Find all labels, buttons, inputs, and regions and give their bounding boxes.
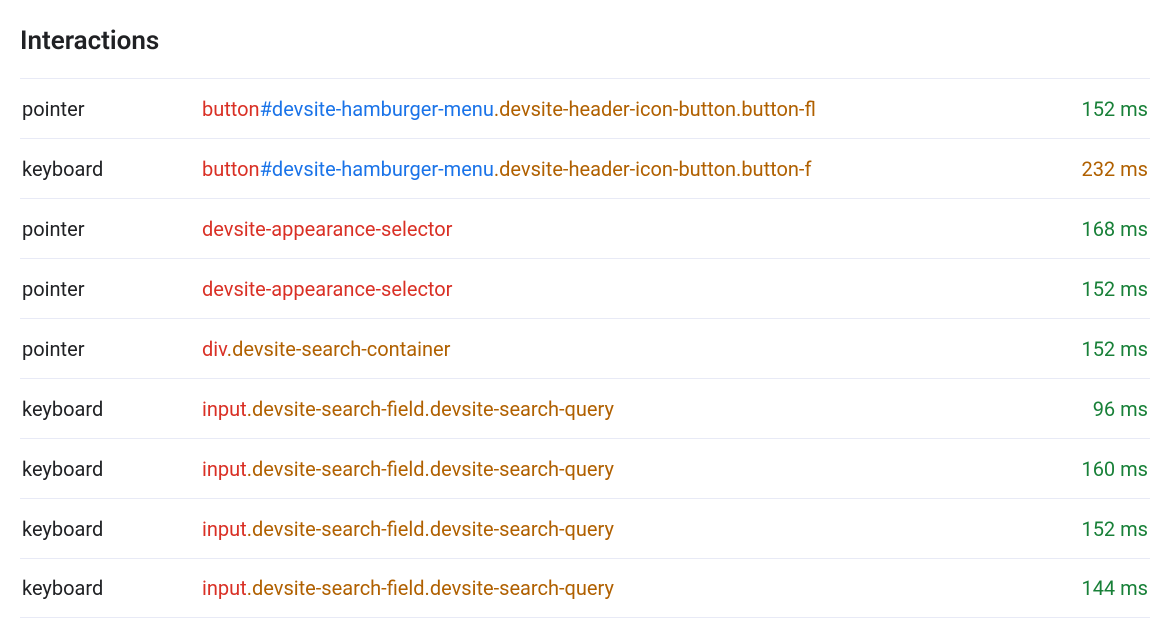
selector-segment-el: input bbox=[202, 397, 247, 421]
interaction-duration: 168 ms bbox=[1028, 217, 1148, 241]
interaction-duration: 144 ms bbox=[1028, 576, 1148, 600]
interaction-type: pointer bbox=[22, 217, 202, 241]
interaction-row[interactable]: keyboardinput.devsite-search-field.devsi… bbox=[20, 378, 1150, 438]
selector-segment-cls: .devsite-search-field.devsite-search-que… bbox=[247, 397, 614, 421]
selector-segment-id: #devsite-hamburger-menu bbox=[260, 97, 494, 121]
selector-segment-el: input bbox=[202, 517, 247, 541]
interaction-target: devsite-appearance-selector bbox=[202, 217, 1028, 241]
interaction-target: input.devsite-search-field.devsite-searc… bbox=[202, 517, 1028, 541]
interaction-type: keyboard bbox=[22, 576, 202, 600]
interaction-duration: 96 ms bbox=[1028, 397, 1148, 421]
selector-segment-el: button bbox=[202, 97, 260, 121]
interaction-duration: 152 ms bbox=[1028, 277, 1148, 301]
interaction-target: div.devsite-search-container bbox=[202, 337, 1028, 361]
interaction-target: input.devsite-search-field.devsite-searc… bbox=[202, 457, 1028, 481]
selector-segment-el: input bbox=[202, 457, 247, 481]
interaction-target: input.devsite-search-field.devsite-searc… bbox=[202, 397, 1028, 421]
interaction-duration: 152 ms bbox=[1028, 337, 1148, 361]
selector-segment-cls: .devsite-search-field.devsite-search-que… bbox=[247, 457, 614, 481]
interactions-panel: Interactions pointerbutton#devsite-hambu… bbox=[20, 26, 1150, 618]
interaction-row[interactable]: keyboardbutton#devsite-hamburger-menu.de… bbox=[20, 138, 1150, 198]
interaction-type: pointer bbox=[22, 337, 202, 361]
interaction-type: pointer bbox=[22, 97, 202, 121]
selector-segment-el: input bbox=[202, 576, 247, 600]
interaction-duration: 152 ms bbox=[1028, 517, 1148, 541]
selector-segment-el: button bbox=[202, 157, 260, 181]
interaction-row[interactable]: pointerdevsite-appearance-selector 168 ms bbox=[20, 198, 1150, 258]
interaction-row[interactable]: pointerdiv.devsite-search-container152 m… bbox=[20, 318, 1150, 378]
selector-segment-el: div bbox=[202, 337, 227, 361]
interaction-row[interactable]: keyboardinput.devsite-search-field.devsi… bbox=[20, 558, 1150, 618]
interaction-row[interactable]: pointerbutton#devsite-hamburger-menu.dev… bbox=[20, 78, 1150, 138]
interaction-type: keyboard bbox=[22, 457, 202, 481]
selector-segment-cls: .devsite-search-field.devsite-search-que… bbox=[247, 576, 614, 600]
interaction-target: button#devsite-hamburger-menu.devsite-he… bbox=[202, 157, 1028, 181]
interaction-type: keyboard bbox=[22, 157, 202, 181]
selector-segment-el: devsite-appearance-selector bbox=[202, 217, 452, 241]
interaction-type: keyboard bbox=[22, 517, 202, 541]
selector-segment-cls: .devsite-header-icon-button.button-fl bbox=[494, 97, 816, 121]
selector-segment-id: #devsite-hamburger-menu bbox=[260, 157, 494, 181]
interaction-type: pointer bbox=[22, 277, 202, 301]
interaction-type: keyboard bbox=[22, 397, 202, 421]
interaction-target: button#devsite-hamburger-menu.devsite-he… bbox=[202, 97, 1028, 121]
selector-segment-el: devsite-appearance-selector bbox=[202, 277, 452, 301]
interaction-row[interactable]: keyboardinput.devsite-search-field.devsi… bbox=[20, 438, 1150, 498]
selector-segment-cls: .devsite-search-container bbox=[227, 337, 451, 361]
section-title: Interactions bbox=[20, 26, 1150, 56]
interaction-row[interactable]: pointerdevsite-appearance-selector 152 ms bbox=[20, 258, 1150, 318]
selector-segment-cls: .devsite-search-field.devsite-search-que… bbox=[247, 517, 614, 541]
interaction-target: devsite-appearance-selector bbox=[202, 277, 1028, 301]
interactions-list: pointerbutton#devsite-hamburger-menu.dev… bbox=[20, 78, 1150, 618]
interaction-duration: 160 ms bbox=[1028, 457, 1148, 481]
interaction-duration: 232 ms bbox=[1028, 157, 1148, 181]
interaction-target: input.devsite-search-field.devsite-searc… bbox=[202, 576, 1028, 600]
interaction-duration: 152 ms bbox=[1028, 97, 1148, 121]
interaction-row[interactable]: keyboardinput.devsite-search-field.devsi… bbox=[20, 498, 1150, 558]
selector-segment-cls: .devsite-header-icon-button.button-f bbox=[494, 157, 812, 181]
